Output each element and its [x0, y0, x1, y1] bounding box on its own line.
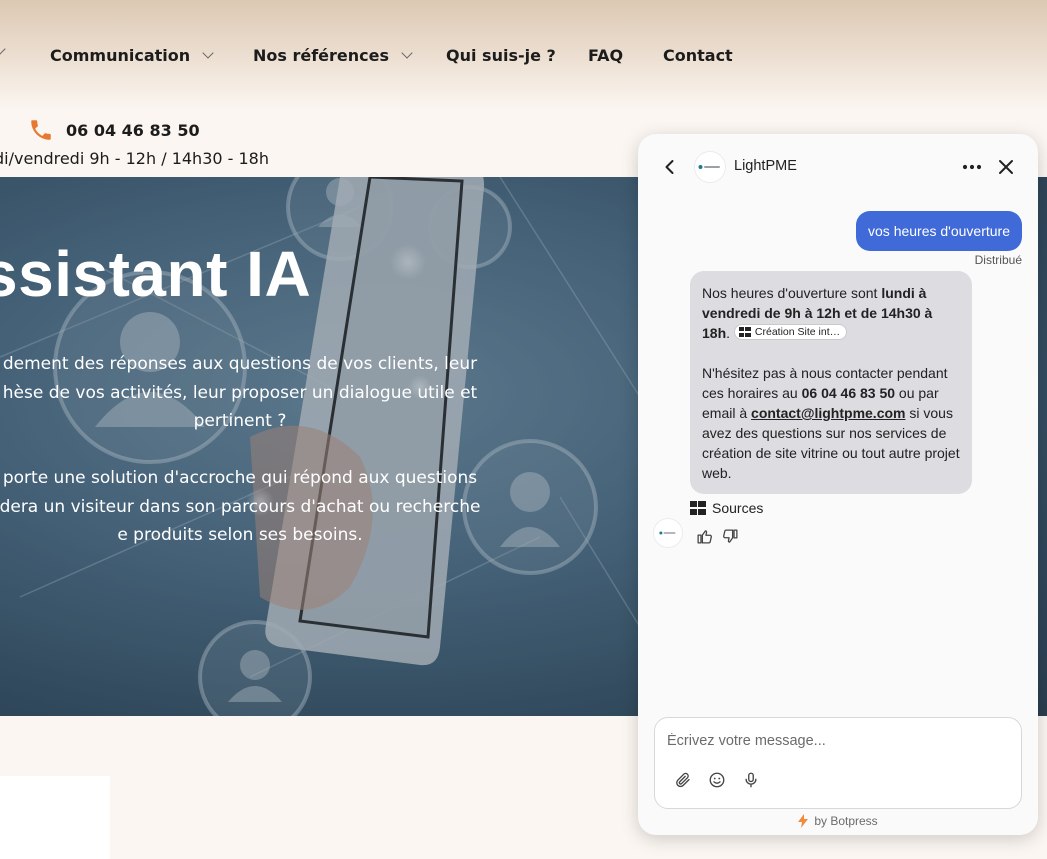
microphone-icon[interactable]: [742, 771, 760, 789]
source-chip[interactable]: Création Site int…: [733, 324, 848, 340]
powered-by-footer[interactable]: by Botpress: [638, 814, 1038, 828]
nav-item-label: Contact: [663, 45, 733, 65]
hero-text-line: dement des réponses aux questions de vos…: [2, 354, 478, 374]
nav-item-contact[interactable]: Contact: [663, 44, 733, 66]
lightpme-logo: [698, 165, 720, 169]
more-icon[interactable]: [960, 157, 984, 177]
thumbs-down-icon[interactable]: [722, 528, 739, 545]
hero-paragraph-2: porte une solution d'accroche qui répond…: [0, 464, 520, 550]
nav-item-faq[interactable]: FAQ: [588, 44, 623, 66]
thumbs-up-icon[interactable]: [696, 528, 713, 545]
hero-text-line: hèse de vos activités, leur proposer un …: [2, 382, 478, 403]
reply-email-link[interactable]: contact@lightpme.com: [751, 405, 905, 421]
chat-bot-name: LightPME: [734, 158, 797, 174]
nav-item-label: FAQ: [588, 45, 624, 65]
chevron-down-icon: [202, 46, 214, 59]
nav-item-label: Qui suis-je ?: [446, 45, 556, 65]
message-composer: [654, 717, 1022, 809]
nav-item-label: Nos références: [253, 45, 390, 65]
phone-icon: [31, 120, 51, 140]
hero-paragraph-1: dement des réponses aux questions de vos…: [0, 350, 520, 436]
source-logo-icon: [738, 327, 751, 337]
hero-text-line: pertinent ?: [193, 411, 287, 431]
content-card: [0, 776, 110, 859]
sources-button[interactable]: Sources: [690, 500, 763, 516]
bot-message: Nos heures d'ouverture sont lundi à vend…: [690, 271, 972, 494]
lightpme-logo: [659, 531, 676, 535]
hero-title: ssistant IA: [0, 238, 312, 310]
hero-text-line: dera un visiteur dans son parcours d'ach…: [0, 496, 481, 517]
user-message: vos heures d'ouverture: [856, 211, 1022, 251]
chat-widget: LightPME vos heures d'ouverture Distribu…: [638, 134, 1038, 835]
powered-by-label: by Botpress: [814, 814, 878, 828]
source-chip-label: Création Site int…: [754, 326, 841, 338]
close-icon[interactable]: [996, 157, 1016, 177]
top-navigation: Communication Nos références Qui suis-je…: [0, 0, 1047, 110]
phone-number[interactable]: 06 04 46 83 50: [66, 121, 200, 140]
bot-avatar: [694, 151, 726, 183]
chevron-down-icon: [401, 46, 413, 59]
bot-avatar: [653, 518, 683, 548]
hero-text-line: porte une solution d'accroche qui répond…: [2, 468, 478, 488]
nav-item-references[interactable]: Nos références: [253, 44, 413, 66]
emoji-icon[interactable]: [708, 771, 726, 789]
nav-item-label: Communication: [50, 45, 191, 65]
attach-icon[interactable]: [674, 771, 692, 789]
nav-dropdown-chevron-prev[interactable]: [0, 43, 6, 55]
hero-text-line: e produits selon ses besoins.: [117, 525, 363, 545]
nav-item-communication[interactable]: Communication: [50, 44, 214, 66]
message-status: Distribué: [974, 253, 1022, 267]
reply-phone: 06 04 46 83 50: [801, 385, 896, 401]
bolt-icon: [798, 814, 809, 828]
sources-label: Sources: [712, 500, 764, 516]
bot-message-paragraph-2: N'hésitez pas à nous contacter pendant c…: [702, 363, 960, 483]
opening-hours: di/vendredi 9h - 12h / 14h30 - 18h: [0, 149, 269, 168]
reply-text: Nos heures d'ouverture sont: [702, 285, 882, 301]
bot-message-paragraph-1: Nos heures d'ouverture sont lundi à vend…: [702, 283, 960, 343]
phone-line[interactable]: 06 04 46 83 50: [28, 117, 200, 143]
back-icon[interactable]: [660, 157, 680, 177]
nav-item-qui-suis-je[interactable]: Qui suis-je ?: [446, 44, 556, 66]
sources-logo-icon: [690, 501, 706, 515]
reply-text: .: [726, 325, 731, 341]
message-input[interactable]: [667, 730, 1007, 752]
